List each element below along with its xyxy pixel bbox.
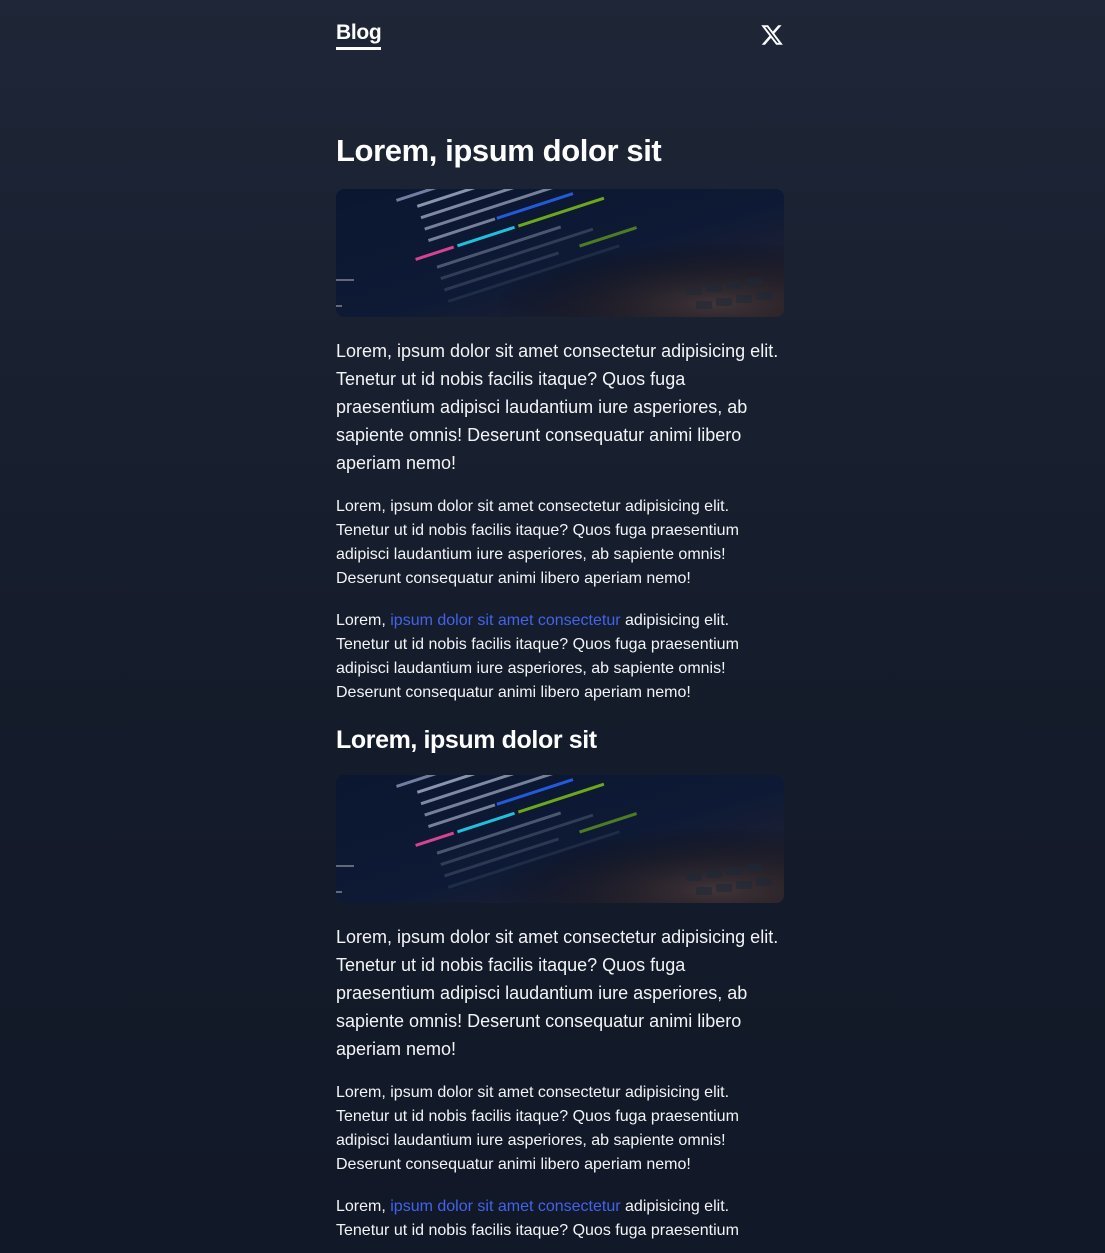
x-social-link[interactable] (760, 23, 784, 47)
post-lead: Lorem, ipsum dolor sit amet consectetur … (336, 927, 779, 1060)
blog-nav-link[interactable]: Blog (336, 21, 382, 51)
code-screenshot-image (336, 189, 784, 318)
paragraph-text-before: Lorem, (336, 612, 391, 630)
site-header: Blog (336, 0, 784, 72)
post-title: Lorem, ipsum dolor sit (336, 726, 597, 755)
post-image (336, 775, 784, 904)
post-paragraph-with-link: Lorem, ipsum dolor sit amet consectetur … (336, 1195, 784, 1243)
x-logo-icon (761, 25, 783, 45)
post-lead: Lorem, ipsum dolor sit amet consectetur … (336, 341, 779, 474)
post-paragraph: Lorem, ipsum dolor sit amet consectetur … (336, 1084, 739, 1174)
inline-link[interactable]: ipsum dolor sit amet consectetur (390, 612, 620, 629)
post-image (336, 189, 784, 318)
paragraph-text-before: Lorem, (336, 1198, 391, 1216)
post-paragraph: Lorem, ipsum dolor sit amet consectetur … (336, 498, 739, 588)
blog-post: Lorem, ipsum dolor sit Lorem, ipsum dolo… (336, 132, 784, 705)
blog-post: Lorem, ipsum dolor sit Lorem, ipsum dolo… (336, 725, 784, 1243)
code-screenshot-image (336, 775, 784, 904)
post-paragraph-with-link: Lorem, ipsum dolor sit amet consectetur … (336, 609, 784, 705)
post-title: Lorem, ipsum dolor sit (336, 133, 662, 168)
page-container: Blog Lorem, ipsum dolor sit Lorem, ipsum… (336, 0, 784, 1243)
inline-link[interactable]: ipsum dolor sit amet consectetur (390, 1198, 620, 1215)
